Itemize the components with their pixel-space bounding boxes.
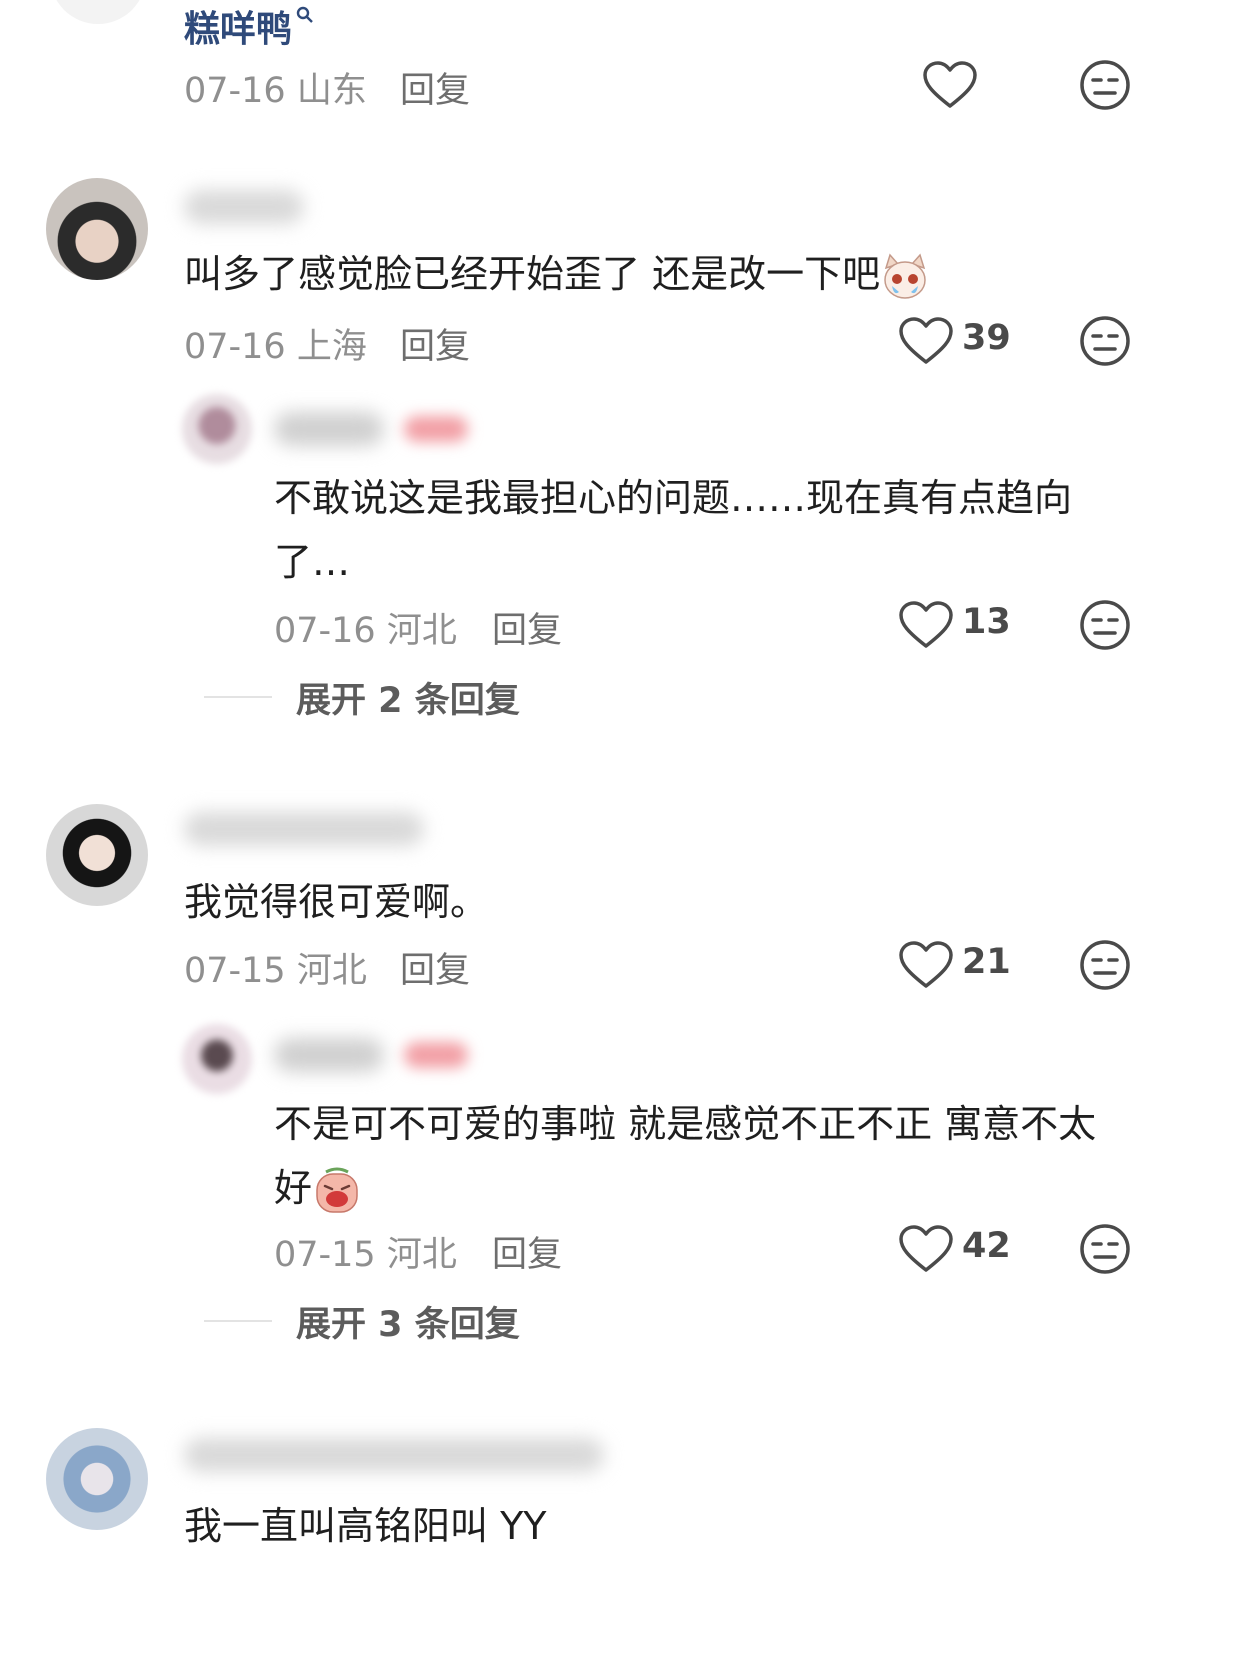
username-blurred[interactable]	[184, 190, 304, 224]
author-tag-blurred	[404, 416, 468, 442]
crying-cat-emoji-icon	[884, 253, 926, 299]
avatar[interactable]	[182, 1024, 252, 1094]
comment-text: 不是可不可爱的事啦 就是感觉不正不正 寓意不太好	[274, 1092, 1134, 1220]
avatar[interactable]	[46, 804, 148, 906]
username-blurred[interactable]	[184, 1438, 604, 1472]
expand-replies-button[interactable]: 展开 3 条回复	[296, 1296, 520, 1347]
dislike-icon[interactable]	[1078, 598, 1132, 652]
comment-meta: 07-15 河北	[184, 951, 367, 991]
username-text: 糕咩鸭	[184, 9, 293, 50]
dislike-icon[interactable]	[1078, 58, 1132, 112]
search-icon	[296, 6, 313, 23]
like-icon[interactable]	[898, 940, 954, 990]
reply-button[interactable]: 回复	[400, 942, 470, 993]
comment-text: 不敢说这是我最担心的问题……现在真有点趋向了…	[274, 476, 1073, 584]
like-icon[interactable]	[898, 1224, 954, 1274]
comment-text: 我觉得很可爱啊。	[184, 880, 489, 924]
avatar[interactable]	[182, 394, 252, 464]
reply-button[interactable]: 回复	[400, 318, 470, 369]
reply-button[interactable]: 回复	[492, 1226, 562, 1277]
dislike-icon[interactable]	[1078, 1222, 1132, 1276]
username-blurred[interactable]	[274, 412, 384, 446]
comment-meta: 07-16 河北	[274, 611, 457, 651]
reply-button[interactable]: 回复	[400, 62, 470, 113]
comment-text: 叫多了感觉脸已经开始歪了 还是改一下吧	[184, 242, 1084, 306]
expand-replies-button[interactable]: 展开 2 条回复	[296, 672, 520, 723]
expand-divider	[204, 696, 272, 698]
username-blurred[interactable]	[274, 1038, 384, 1072]
avatar[interactable]	[46, 1428, 148, 1530]
username[interactable]: 糕咩鸭	[184, 0, 314, 52]
comment-meta: 07-16 上海	[184, 327, 367, 367]
avatar[interactable]	[50, 0, 146, 24]
like-icon[interactable]	[898, 316, 954, 366]
comment-text: 我一直叫高铭阳叫 YY	[184, 1504, 547, 1548]
username-blurred[interactable]	[184, 812, 424, 846]
comment-meta: 07-16 山东	[184, 71, 367, 111]
avatar[interactable]	[46, 178, 148, 280]
like-count: 13	[962, 602, 1011, 642]
like-icon[interactable]	[922, 60, 978, 110]
author-tag-blurred	[404, 1042, 468, 1068]
dislike-icon[interactable]	[1078, 938, 1132, 992]
comment-meta: 07-15 河北	[274, 1235, 457, 1275]
like-count: 39	[962, 318, 1011, 358]
like-count: 21	[962, 942, 1011, 982]
expand-divider	[204, 1320, 272, 1322]
like-count: 42	[962, 1226, 1011, 1266]
crying-face-emoji-icon	[316, 1167, 358, 1213]
like-icon[interactable]	[898, 600, 954, 650]
reply-button[interactable]: 回复	[492, 602, 562, 653]
dislike-icon[interactable]	[1078, 314, 1132, 368]
